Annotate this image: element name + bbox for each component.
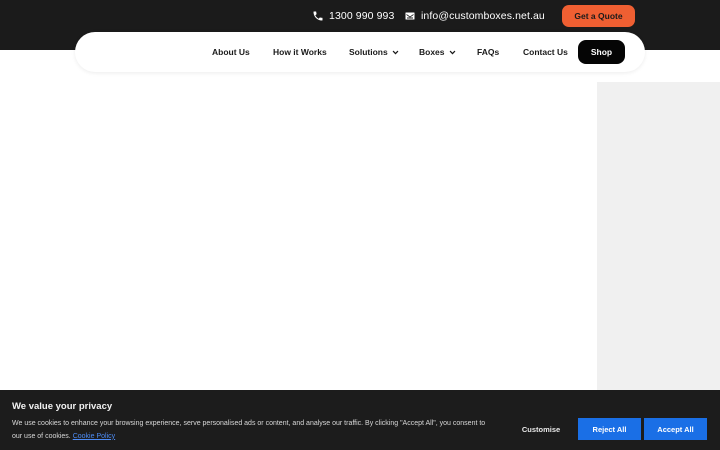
envelope-icon xyxy=(405,12,415,20)
nav-item-about-us[interactable]: About Us xyxy=(212,32,250,72)
chevron-down-icon xyxy=(392,50,399,54)
email-address: info@customboxes.net.au xyxy=(421,10,545,22)
nav-item-boxes[interactable]: Boxes xyxy=(419,32,456,72)
nav-item-solutions[interactable]: Solutions xyxy=(349,32,399,72)
cookie-banner-text: We use cookies to enhance your browsing … xyxy=(12,418,492,443)
cookie-banner-title: We value your privacy xyxy=(12,401,113,412)
page: 1300 990 993 info@customboxes.net.au Get… xyxy=(0,0,720,450)
nav-item-label: About Us xyxy=(212,47,250,57)
nav-item-contact-us[interactable]: Contact Us xyxy=(523,32,568,72)
nav-item-label: FAQs xyxy=(477,47,500,57)
nav-item-label: Solutions xyxy=(349,47,388,57)
phone-number: 1300 990 993 xyxy=(329,10,395,22)
reject-all-button[interactable]: Reject All xyxy=(578,418,641,440)
email-link[interactable]: info@customboxes.net.au xyxy=(404,10,545,22)
shop-button[interactable]: Shop xyxy=(578,40,625,64)
cookie-policy-link[interactable]: Cookie Policy xyxy=(73,433,115,440)
customise-button[interactable]: Customise xyxy=(506,418,576,440)
nav-item-label: Boxes xyxy=(419,47,445,57)
phone-link[interactable]: 1300 990 993 xyxy=(312,10,394,22)
phone-icon xyxy=(313,11,323,21)
nav-item-how-it-works[interactable]: How it Works xyxy=(273,32,327,72)
nav-item-label: Contact Us xyxy=(523,47,568,57)
accept-all-button[interactable]: Accept All xyxy=(644,418,707,440)
nav-item-label: How it Works xyxy=(273,47,327,57)
chevron-down-icon xyxy=(449,50,455,54)
nav-item-faqs[interactable]: FAQs xyxy=(477,32,499,72)
get-a-quote-button[interactable]: Get a Quote xyxy=(562,5,635,27)
main-navigation: About Us How it Works Solutions Boxes FA… xyxy=(75,32,645,72)
